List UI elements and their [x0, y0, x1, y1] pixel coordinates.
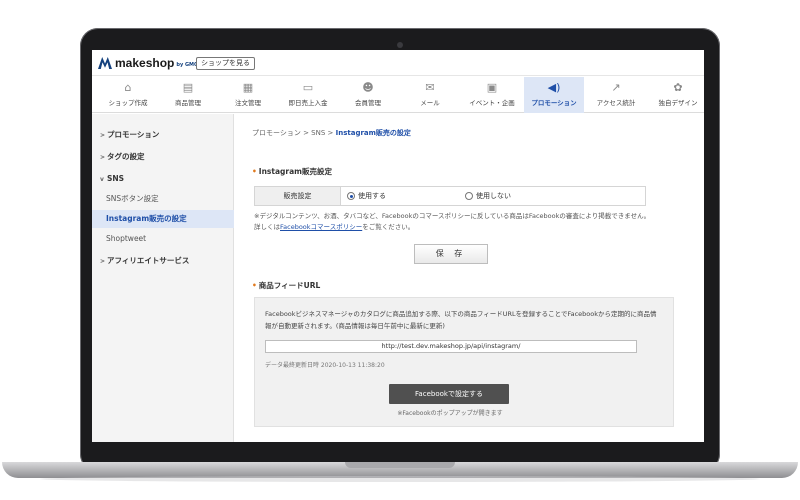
sidebar-item-label: SNSボタン設定: [106, 194, 159, 203]
chevron-right-icon: >: [100, 258, 106, 265]
nav-label: アクセス統計: [596, 99, 636, 107]
feed-section-title: • 商品フィードURL: [252, 280, 320, 291]
view-shop-button[interactable]: ショップを見る: [196, 57, 255, 70]
sidebar-item-instagram[interactable]: Instagram販売の設定: [92, 210, 234, 228]
nav-sales-deposit[interactable]: ▭ 即日売上入金: [278, 77, 338, 113]
makeshop-logo[interactable]: makeshop by GMO: [98, 56, 198, 70]
gift-icon: ▣: [486, 81, 498, 94]
save-button[interactable]: 保 存: [414, 244, 488, 264]
nav-label: 即日売上入金: [288, 99, 328, 107]
main-content: プロモーション > SNS > Instagram販売の設定 • Instagra…: [246, 114, 696, 442]
nav-label: 商品管理: [175, 99, 201, 107]
radio-not-use[interactable]: [465, 192, 473, 200]
basket-icon: ▤: [182, 81, 194, 94]
feed-url-field[interactable]: http://test.dev.makeshop.jp/api/instagra…: [265, 340, 637, 353]
brand-sub: by GMO: [176, 62, 199, 68]
popup-note: ※Facebookのポップアップが開きます: [397, 410, 503, 417]
nav-orders[interactable]: ▦ 注文管理: [218, 77, 278, 113]
shop-icon: ⌂: [124, 81, 132, 94]
megaphone-icon: ◀): [547, 81, 561, 94]
laptop-notch: [345, 462, 455, 468]
nav-custom-design[interactable]: ✿ 独自デザイン: [648, 77, 704, 113]
chevron-right-icon: >: [100, 132, 106, 139]
facebook-setup-button[interactable]: Facebookで設定する: [389, 384, 509, 404]
last-updated: データ最終更新日時 2020-10-13 11:38:20: [265, 362, 385, 369]
screen: makeshop by GMO ショップを見る ⌂ ショップ作成 ▤ 商品管理 …: [92, 50, 704, 442]
bullet-icon: •: [252, 281, 257, 290]
clipboard-icon: ▦: [242, 81, 254, 94]
radio-use[interactable]: [347, 192, 355, 200]
sidebar-item-shoptweet[interactable]: Shoptweet: [92, 230, 234, 248]
breadcrumb-current: Instagram販売の設定: [335, 129, 411, 137]
sidebar-item-label: Shoptweet: [106, 234, 147, 243]
sidebar-item-label: Instagram販売の設定: [106, 214, 187, 223]
bullet-icon: •: [252, 167, 257, 176]
logo-mark-icon: [98, 57, 112, 69]
users-icon: ☻: [362, 81, 374, 94]
breadcrumb-path[interactable]: プロモーション > SNS >: [252, 129, 336, 137]
sidebar-item-label: SNS: [107, 174, 125, 183]
device-mockup: makeshop by GMO ショップを見る ⌂ ショップ作成 ▤ 商品管理 …: [0, 0, 800, 500]
nav-products[interactable]: ▤ 商品管理: [158, 77, 218, 113]
nav-label: メール: [420, 99, 440, 107]
commerce-policy-note: ※デジタルコンテンツ、お酒、タバコなど、Facebookのコマースポリシーに反し…: [254, 211, 654, 233]
sidebar: > プロモーション > タグの設定 v SNS SNSボタン設定 Instagram販…: [92, 114, 234, 442]
sidebar-item-promotion[interactable]: > プロモーション: [92, 126, 234, 144]
nav-label: 注文管理: [235, 99, 261, 107]
camera-icon: [397, 42, 403, 48]
sales-setting-row: 販売設定 使用する 使用しない: [254, 186, 646, 206]
feed-description: Facebookビジネスマネージャのカタログに商品追加する際、以下の商品フィード…: [265, 310, 657, 330]
radio-use-label[interactable]: 使用する: [358, 191, 386, 201]
mail-icon: ✉: [425, 81, 435, 94]
section-title-text: 商品フィードURL: [258, 281, 321, 290]
nav-label: 独自デザイン: [658, 99, 698, 107]
laptop-shadow: [40, 476, 760, 482]
main-nav: ⌂ ショップ作成 ▤ 商品管理 ▦ 注文管理 ▭ 即日売上入金 ☻ 会員管理 ✉…: [92, 77, 704, 113]
sidebar-item-sns-button[interactable]: SNSボタン設定: [92, 190, 234, 208]
nav-label: ショップ作成: [108, 99, 148, 107]
instagram-section-title: • Instagram販売設定: [252, 166, 332, 177]
sidebar-item-tags[interactable]: > タグの設定: [92, 148, 234, 166]
sidebar-item-label: タグの設定: [107, 152, 145, 161]
nav-members[interactable]: ☻ 会員管理: [338, 77, 398, 113]
brand-name: makeshop: [115, 56, 175, 70]
sidebar-item-affiliate[interactable]: > アフィリエイトサービス: [92, 252, 234, 270]
chevron-down-icon: v: [100, 176, 104, 183]
breadcrumb: プロモーション > SNS > Instagram販売の設定: [252, 128, 411, 138]
chevron-right-icon: >: [100, 154, 106, 161]
commerce-policy-link[interactable]: Facebookコマースポリシー: [280, 223, 362, 231]
sales-setting-label: 販売設定: [255, 187, 341, 205]
nav-label: イベント・企画: [469, 99, 515, 107]
nav-events[interactable]: ▣ イベント・企画: [462, 77, 522, 113]
folder-icon: ▭: [302, 81, 314, 94]
sidebar-item-sns[interactable]: v SNS: [92, 170, 234, 188]
note-suffix: をご覧ください。: [362, 223, 415, 231]
top-bar: makeshop by GMO ショップを見る: [92, 50, 704, 76]
nav-promotion[interactable]: ◀) プロモーション: [524, 77, 584, 113]
chart-icon: ↗: [611, 81, 621, 94]
palette-icon: ✿: [673, 81, 683, 94]
section-title-text: Instagram販売設定: [258, 167, 332, 176]
nav-shop-create[interactable]: ⌂ ショップ作成: [98, 77, 158, 113]
nav-label: プロモーション: [531, 99, 577, 107]
nav-label: 会員管理: [355, 99, 381, 107]
nav-mail[interactable]: ✉ メール: [400, 77, 460, 113]
nav-access-stats[interactable]: ↗ アクセス統計: [586, 77, 646, 113]
sidebar-item-label: アフィリエイトサービス: [107, 256, 190, 265]
feed-box: Facebookビジネスマネージャのカタログに商品追加する際、以下の商品フィード…: [254, 297, 674, 427]
radio-not-use-label[interactable]: 使用しない: [476, 191, 511, 201]
sidebar-item-label: プロモーション: [107, 130, 160, 139]
